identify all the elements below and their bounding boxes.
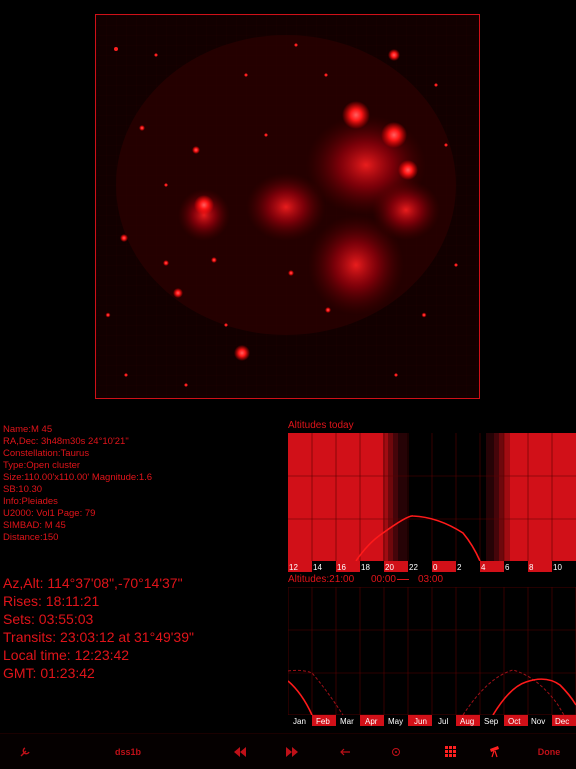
pos-azalt: Az,Alt: 114°37'08",-70°14'37" bbox=[3, 575, 183, 591]
rewind-button[interactable] bbox=[225, 734, 255, 769]
range-start: 00:00 bbox=[370, 574, 396, 585]
pos-local-time: Local time: 12:23:42 bbox=[3, 647, 130, 663]
month-label: Feb bbox=[316, 717, 330, 726]
altitudes-year-title: Altitudes:21:00 00:00 03:00 bbox=[288, 574, 443, 585]
hour-label: 12 bbox=[289, 563, 298, 572]
hour-label: 18 bbox=[361, 563, 370, 572]
month-label: Jul bbox=[438, 717, 448, 726]
hour-label: 10 bbox=[553, 563, 562, 572]
grid-icon bbox=[444, 746, 456, 757]
wrench-icon bbox=[20, 746, 30, 756]
pos-rises: Rises: 18:11:21 bbox=[3, 593, 100, 609]
target-icon bbox=[392, 747, 400, 756]
month-label: Aug bbox=[460, 717, 474, 726]
info-size: Size:110.00'x110.00' Magnitude:1.6 bbox=[3, 472, 153, 483]
altitudes-today-chart[interactable]: 12 14 16 18 20 22 0 2 4 6 8 10 bbox=[288, 433, 576, 573]
info-name: Name:M 45 bbox=[3, 424, 53, 435]
hour-label: 20 bbox=[385, 563, 394, 572]
twilight-band bbox=[398, 433, 407, 561]
info-sb: SB:10.30 bbox=[3, 484, 43, 495]
pos-sets: Sets: 03:55:03 bbox=[3, 611, 94, 627]
object-image[interactable] bbox=[95, 14, 480, 399]
twilight-band bbox=[499, 433, 504, 561]
hour-label: 16 bbox=[337, 563, 346, 572]
done-button[interactable]: Done bbox=[530, 734, 568, 769]
survey-button[interactable]: dss1b bbox=[108, 734, 148, 769]
fast-forward-button[interactable] bbox=[277, 734, 307, 769]
night-band bbox=[407, 433, 486, 561]
month-label: May bbox=[388, 717, 403, 726]
telescope-icon bbox=[490, 745, 499, 757]
info-distance: Distance:150 bbox=[3, 532, 59, 543]
altitudes-year-label: Altitudes:21:00 bbox=[288, 574, 355, 585]
info-u2000: U2000: Vol1 Page: 79 bbox=[3, 508, 96, 519]
twilight-band bbox=[494, 433, 499, 561]
hour-label: 6 bbox=[505, 563, 510, 572]
grid-button[interactable] bbox=[435, 734, 465, 769]
twilight-band bbox=[504, 433, 510, 561]
hour-label: 4 bbox=[481, 563, 486, 572]
arrow-left-icon bbox=[340, 748, 350, 755]
month-label: Apr bbox=[365, 717, 378, 726]
hour-label: 8 bbox=[529, 563, 534, 572]
info-type: Type:Open cluster bbox=[3, 460, 81, 471]
twilight-band bbox=[393, 433, 398, 561]
pleiades-photo bbox=[96, 15, 479, 398]
month-label: Nov bbox=[531, 717, 545, 726]
month-label: Jan bbox=[293, 717, 306, 726]
altitudes-today-title: Altitudes today bbox=[288, 420, 354, 431]
fast-forward-icon bbox=[286, 746, 298, 757]
month-label: Jun bbox=[414, 717, 427, 726]
info-common-name: Info:Pleiades bbox=[3, 496, 58, 507]
pos-gmt: GMT: 01:23:42 bbox=[3, 665, 95, 681]
range-end: 03:00 bbox=[417, 574, 444, 585]
telescope-button[interactable] bbox=[480, 734, 510, 769]
tools-button[interactable] bbox=[10, 734, 40, 769]
info-radec: RA,Dec: 3h48m30s 24°10'21" bbox=[3, 436, 129, 447]
pos-transits: Transits: 23:03:12 at 31°49'39" bbox=[3, 629, 194, 645]
info-simbad[interactable]: SIMBAD: M 45 bbox=[3, 520, 66, 532]
hour-label: 2 bbox=[457, 563, 462, 572]
hour-label: 0 bbox=[433, 563, 438, 572]
hour-label: 14 bbox=[313, 563, 322, 572]
month-labels: Jan Feb Mar Apr May Jun Jul Aug Sep Oct … bbox=[288, 715, 576, 726]
month-label: Oct bbox=[508, 717, 521, 726]
hour-label: 22 bbox=[409, 563, 418, 572]
twilight-band bbox=[388, 433, 393, 561]
month-label: Dec bbox=[555, 717, 569, 726]
hour-labels: 12 14 16 18 20 22 0 2 4 6 8 10 bbox=[288, 561, 576, 572]
bottom-toolbar: dss1b Done bbox=[0, 733, 576, 769]
center-button[interactable] bbox=[381, 734, 411, 769]
month-label: Mar bbox=[340, 717, 354, 726]
rewind-icon bbox=[234, 746, 246, 757]
back-button[interactable] bbox=[330, 734, 360, 769]
info-constellation: Constellation:Taurus bbox=[3, 448, 90, 459]
month-label: Sep bbox=[484, 717, 499, 726]
twilight-band bbox=[486, 433, 494, 561]
altitudes-year-chart[interactable]: Jan Feb Mar Apr May Jun Jul Aug Sep Oct … bbox=[288, 587, 576, 727]
